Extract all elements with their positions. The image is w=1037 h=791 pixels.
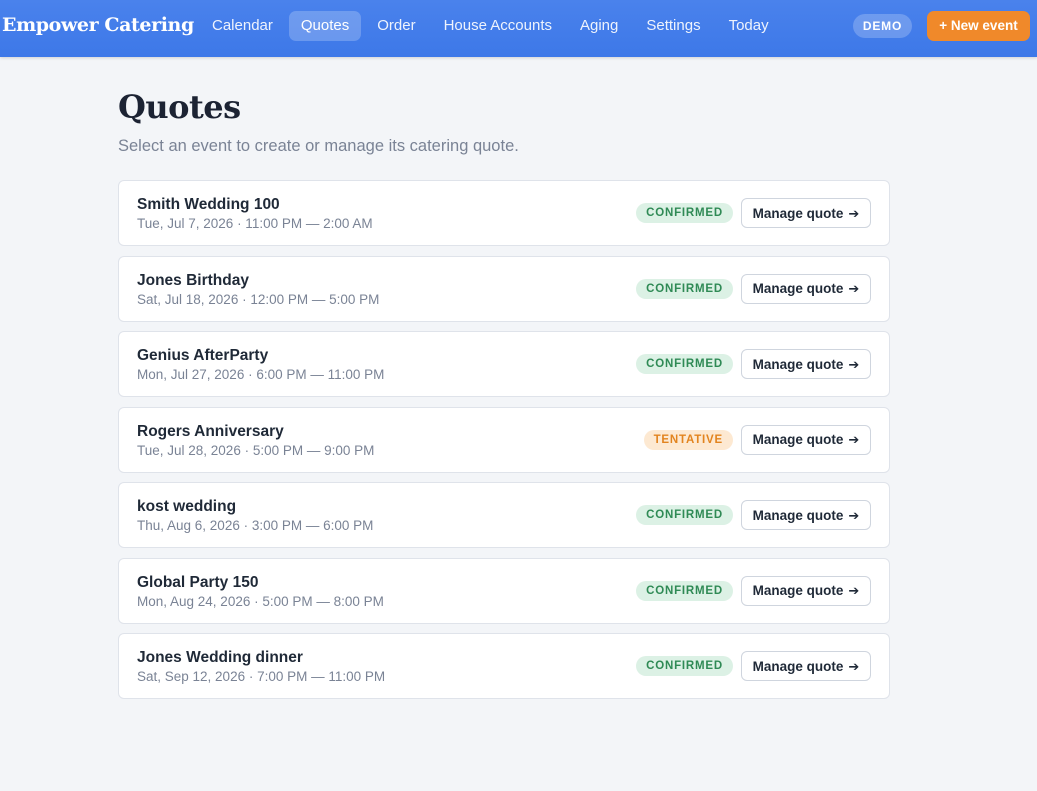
event-card[interactable]: Jones Wedding dinner Sat, Sep 12, 2026 · …	[118, 633, 890, 699]
page-subtitle: Select an event to create or manage its …	[118, 137, 519, 155]
manage-quote-label: Manage quote	[752, 205, 844, 221]
nav-aging[interactable]: Aging	[568, 11, 630, 41]
main-nav: Calendar Quotes Order House Accounts Agi…	[200, 11, 781, 41]
nav-settings[interactable]: Settings	[634, 11, 712, 41]
event-name: Jones Wedding dinner	[137, 649, 303, 666]
demo-badge: DEMO	[853, 14, 912, 38]
status-badge: TENTATIVE	[643, 429, 733, 450]
arrow-right-icon: ➔	[848, 205, 860, 221]
nav-today[interactable]: Today	[717, 11, 781, 41]
event-name: kost wedding	[137, 498, 237, 515]
arrow-right-icon: ➔	[848, 583, 860, 598]
manage-quote-button[interactable]: Manage quote ➔	[741, 651, 871, 681]
nav-house-accounts[interactable]: House Accounts	[432, 11, 564, 41]
event-date: Sat, Jul 18, 2026 · 12:00 PM — 5:00 PM	[137, 291, 380, 307]
event-name: Rogers Anniversary	[137, 422, 284, 440]
manage-quote-label: Manage quote	[752, 281, 844, 296]
nav-order[interactable]: Order	[365, 11, 427, 41]
event-date: Tue, Jul 28, 2026 · 5:00 PM — 9:00 PM	[137, 442, 375, 458]
manage-quote-label: Manage quote	[752, 583, 844, 598]
status-badge: CONFIRMED	[636, 656, 733, 676]
status-badge: CONFIRMED	[636, 278, 733, 299]
event-name: Genius AfterParty	[137, 347, 269, 364]
event-name: Global Party 150	[137, 573, 259, 591]
page-title: Quotes	[118, 88, 241, 126]
manage-quote-button[interactable]: Manage quote ➔	[741, 198, 871, 228]
event-list: Smith Wedding 100 Tue, Jul 7, 2026 · 11:0…	[118, 180, 890, 709]
manage-quote-label: Manage quote	[752, 432, 844, 447]
manage-quote-button[interactable]: Manage quote ➔	[741, 349, 871, 379]
nav-quotes[interactable]: Quotes	[288, 11, 362, 41]
manage-quote-label: Manage quote	[752, 658, 844, 674]
manage-quote-label: Manage quote	[752, 507, 844, 523]
status-badge: CONFIRMED	[636, 354, 733, 374]
event-name: Jones Birthday	[137, 271, 249, 289]
brand-logo[interactable]: Empower Catering	[2, 14, 194, 36]
nav-calendar[interactable]: Calendar	[200, 11, 285, 41]
manage-quote-button[interactable]: Manage quote ➔	[741, 273, 871, 304]
status-badge: CONFIRMED	[636, 203, 733, 223]
event-card[interactable]: Global Party 150 Mon, Aug 24, 2026 · 5:00…	[118, 557, 890, 624]
event-date: Sat, Sep 12, 2026 · 7:00 PM — 11:00 PM	[137, 669, 386, 684]
arrow-right-icon: ➔	[848, 356, 860, 372]
event-name: Smith Wedding 100	[137, 196, 280, 213]
manage-quote-label: Manage quote	[752, 356, 844, 372]
event-date: Thu, Aug 6, 2026 · 3:00 PM — 6:00 PM	[137, 518, 374, 533]
arrow-right-icon: ➔	[848, 658, 860, 674]
event-card[interactable]: Rogers Anniversary Tue, Jul 28, 2026 · 5:…	[118, 406, 890, 473]
event-card[interactable]: Genius AfterParty Mon, Jul 27, 2026 · 6:0…	[118, 331, 890, 397]
event-card[interactable]: kost wedding Thu, Aug 6, 2026 · 3:00 PM —…	[118, 482, 890, 548]
status-badge: CONFIRMED	[636, 580, 733, 601]
event-card[interactable]: Smith Wedding 100 Tue, Jul 7, 2026 · 11:0…	[118, 180, 890, 246]
arrow-right-icon: ➔	[848, 432, 860, 447]
manage-quote-button[interactable]: Manage quote ➔	[741, 500, 871, 530]
new-event-button[interactable]: + New event	[927, 11, 1030, 41]
event-date: Tue, Jul 7, 2026 · 11:00 PM — 2:00 AM	[137, 216, 373, 231]
manage-quote-button[interactable]: Manage quote ➔	[741, 575, 871, 606]
status-badge: CONFIRMED	[636, 505, 733, 525]
event-date: Mon, Jul 27, 2026 · 6:00 PM — 11:00 PM	[137, 367, 385, 382]
top-nav-bar: Empower Catering Calendar Quotes Order H…	[0, 0, 1037, 57]
arrow-right-icon: ➔	[848, 507, 860, 523]
arrow-right-icon: ➔	[848, 281, 860, 296]
event-card[interactable]: Jones Birthday Sat, Jul 18, 2026 · 12:00 …	[118, 255, 890, 322]
event-date: Mon, Aug 24, 2026 · 5:00 PM — 8:00 PM	[137, 593, 384, 609]
manage-quote-button[interactable]: Manage quote ➔	[741, 424, 871, 455]
